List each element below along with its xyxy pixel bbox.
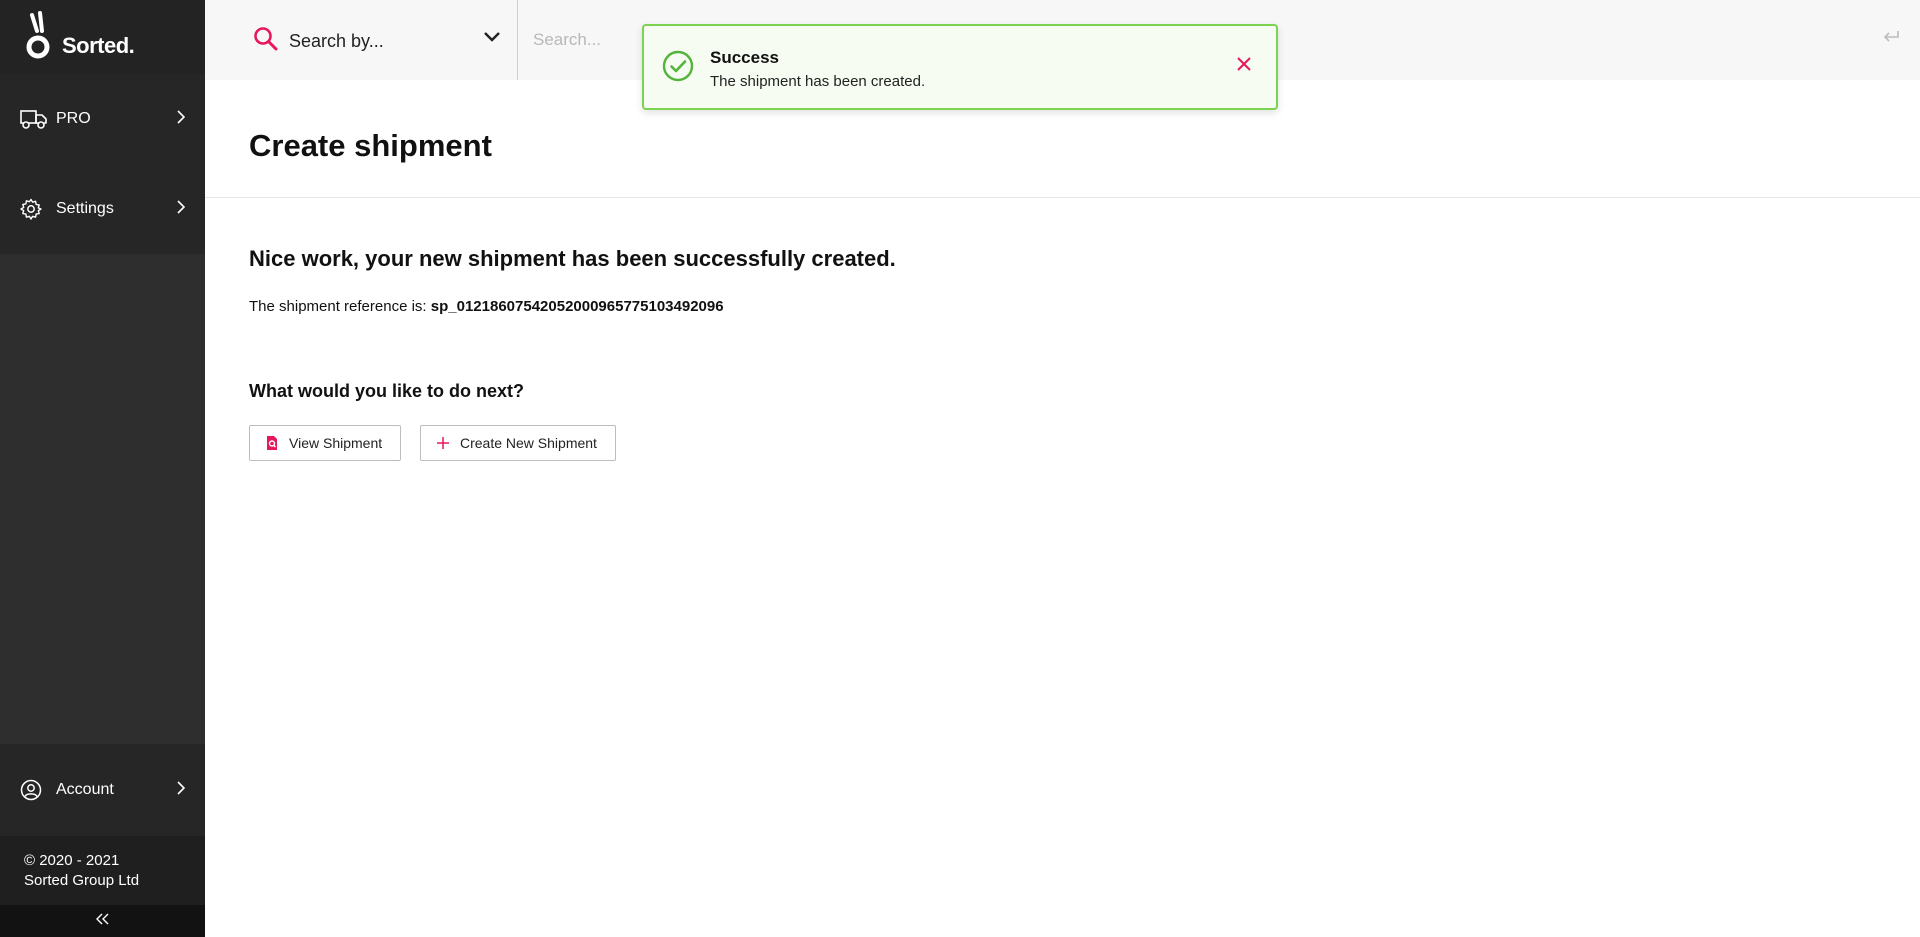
reference-label: The shipment reference is:: [249, 298, 427, 315]
user-icon: [20, 779, 48, 801]
sidebar: Sorted. PRO Settings Account © 2020 - 20…: [0, 0, 205, 937]
copyright-company: Sorted Group Ltd: [24, 872, 140, 889]
chevron-right-icon: [177, 109, 187, 129]
view-shipment-label: View Shipment: [289, 435, 383, 451]
sidebar-item-settings[interactable]: Settings: [0, 164, 205, 254]
document-search-icon: [265, 435, 279, 451]
sidebar-item-label: PRO: [56, 110, 91, 127]
enter-icon[interactable]: [1882, 30, 1900, 49]
close-icon[interactable]: [1236, 56, 1252, 77]
success-heading: Nice work, your new shipment has been su…: [249, 246, 896, 271]
create-new-shipment-button[interactable]: Create New Shipment: [420, 425, 616, 461]
sidebar-item-pro[interactable]: PRO: [0, 74, 205, 164]
plus-icon: [436, 436, 450, 450]
create-new-shipment-label: Create New Shipment: [460, 435, 597, 451]
toast-title: Success: [710, 48, 779, 67]
next-steps-heading: What would you like to do next?: [249, 381, 524, 401]
copyright-years: © 2020 - 2021: [24, 852, 120, 869]
toast-message: The shipment has been created.: [710, 73, 926, 90]
chevron-right-icon: [177, 199, 187, 219]
gear-icon: [20, 198, 48, 220]
chevron-down-icon[interactable]: [483, 30, 501, 48]
reference-value: sp_01218607542052000965775103492096: [430, 298, 724, 315]
divider: [517, 0, 518, 80]
search-icon: [253, 26, 279, 57]
sidebar-item-account[interactable]: Account: [0, 744, 205, 836]
sidebar-item-label: Settings: [56, 200, 114, 217]
sidebar-item-label: Account: [56, 781, 114, 798]
check-circle-icon: [662, 50, 694, 87]
search-by-dropdown[interactable]: Search by...: [253, 26, 384, 57]
double-chevron-left-icon: [95, 912, 110, 930]
success-toast: Success The shipment has been created.: [642, 24, 1278, 110]
copyright: © 2020 - 2021 Sorted Group Ltd: [0, 836, 205, 905]
collapse-sidebar-button[interactable]: [0, 905, 205, 937]
divider: [205, 197, 1920, 198]
search-by-label: Search by...: [289, 31, 384, 51]
truck-icon: [20, 108, 48, 130]
logo-text: Sorted.: [62, 33, 135, 58]
shipment-reference: The shipment reference is: sp_0121860754…: [249, 298, 724, 315]
sorted-logo[interactable]: Sorted.: [0, 0, 205, 74]
page-title: Create shipment: [249, 128, 492, 163]
sorted-logo-icon: [26, 11, 50, 59]
view-shipment-button[interactable]: View Shipment: [249, 425, 401, 461]
chevron-right-icon: [177, 780, 187, 800]
